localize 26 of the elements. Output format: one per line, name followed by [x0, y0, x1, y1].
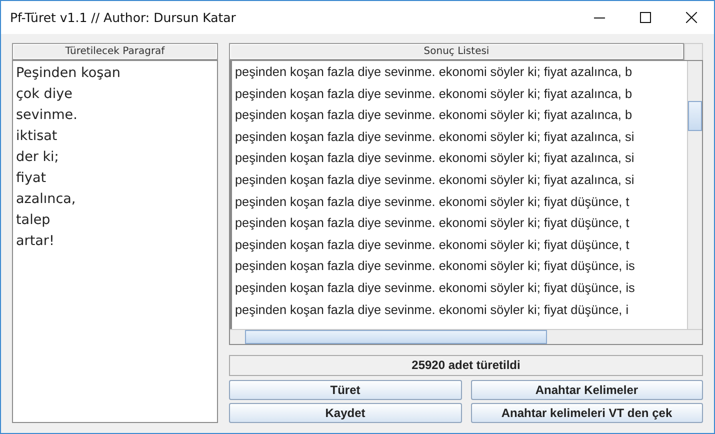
- panel-header: Sonuç Listesi: [229, 43, 684, 60]
- result-row[interactable]: peşinden koşan fazla diye sevinme. ekonomi söyler ki; fiyat düşünce, t: [235, 192, 684, 214]
- result-row[interactable]: peşinden koşan fazla diye sevinme. ekonomi söyler ki; fiyat azalınca, si: [235, 148, 684, 170]
- result-row[interactable]: peşinden koşan fazla diye sevinme. ekonomi söyler ki; fiyat azalınca, si: [235, 170, 684, 192]
- result-row[interactable]: peşinden koşan fazla diye sevinme. ekonomi söyler ki; fiyat azalınca, b: [235, 84, 684, 106]
- window-title: Pf-Türet v1.1 // Author: Dursun Katar: [10, 10, 237, 25]
- result-row[interactable]: peşinden koşan fazla diye sevinme. ekonomi söyler ki; fiyat azalınca, si: [235, 126, 684, 148]
- result-row[interactable]: peşinden koşan fazla diye sevinme. ekonomi söyler ki; fiyat düşünce, is: [235, 278, 684, 300]
- horizontal-scrollbar[interactable]: [230, 329, 702, 344]
- result-row[interactable]: peşinden koşan fazla diye sevinme. ekonomi söyler ki; fiyat azalınca, b: [235, 62, 684, 84]
- maximize-icon: [640, 12, 650, 23]
- result-row[interactable]: peşinden koşan fazla diye sevinme. ekonomi söyler ki; fiyat düşünce, t: [235, 213, 684, 235]
- panel-header: Türetilecek Paragraf: [12, 43, 218, 60]
- vertical-scrollbar[interactable]: [687, 61, 702, 329]
- action-button[interactable]: Kaydet: [229, 403, 462, 423]
- action-button[interactable]: Anahtar Kelimeler: [470, 380, 703, 400]
- result-row[interactable]: peşinden koşan fazla diye sevinme. ekonomi söyler ki; fiyat düşünce, i: [235, 300, 684, 322]
- status-label: 25920 adet türetildi: [229, 355, 703, 376]
- close-icon: [686, 12, 696, 23]
- result-row[interactable]: peşinden koşan fazla diye sevinme. ekonomi söyler ki; fiyat düşünce, t: [235, 234, 684, 256]
- paragraph-input[interactable]: Peşinden koşan çok diye sevinme. iktisat der ki; fiyat azalınca, talep artar!: [12, 60, 218, 423]
- result-row[interactable]: peşinden koşan fazla diye sevinme. ekonomi söyler ki; fiyat azalınca, b: [235, 105, 684, 127]
- header-corner: [684, 43, 703, 60]
- action-button[interactable]: Türet: [229, 380, 462, 400]
- action-button[interactable]: Anahtar kelimeleri VT den çek: [470, 403, 703, 423]
- result-row[interactable]: peşinden koşan fazla diye sevinme. ekonomi söyler ki; fiyat düşünce, is: [235, 256, 684, 278]
